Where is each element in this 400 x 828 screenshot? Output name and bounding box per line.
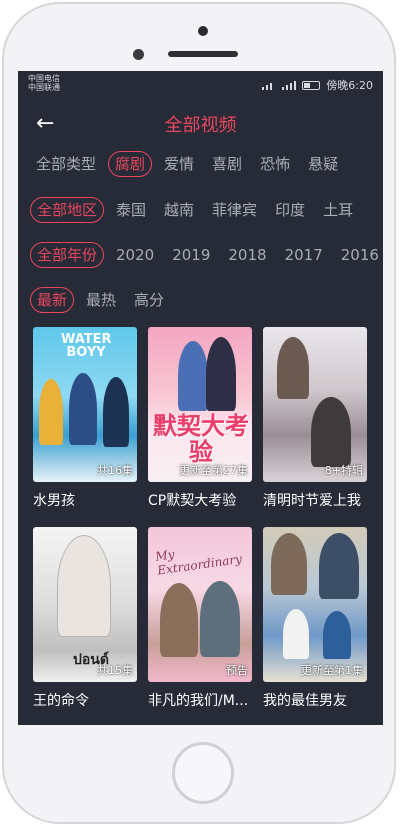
poster-title-text: 默契大考验 xyxy=(153,412,249,466)
home-button[interactable] xyxy=(172,742,234,804)
video-poster[interactable]: WATER BOYY 共16集 xyxy=(33,327,137,482)
genre-chip[interactable]: 爱情 xyxy=(158,152,200,176)
sort-filter-row: 最新 最热 高分 xyxy=(30,287,176,313)
carrier-2: 中国联通 xyxy=(28,83,60,92)
video-card[interactable]: WATER BOYY 共16集 水男孩 xyxy=(33,327,137,510)
video-card[interactable]: My Extraordinary 预告 非凡的我们/M... xyxy=(148,527,252,710)
poster-figure xyxy=(323,611,351,659)
episode-badge: 预告 xyxy=(226,664,248,677)
carrier-info: 中国电信 中国联通 xyxy=(28,74,60,92)
video-poster[interactable]: 默契大考验 更新至第27集 xyxy=(148,327,252,482)
genre-chip[interactable]: 恐怖 xyxy=(254,152,296,176)
sort-chip[interactable]: 高分 xyxy=(128,288,170,312)
status-icons: 傍晚6:20 xyxy=(262,77,373,93)
video-card[interactable]: 更新至第1集 我的最佳男友 xyxy=(263,527,367,710)
episode-badge: 8+特辑 xyxy=(324,464,363,477)
year-filter-row: 全部年份 2020 2019 2018 2017 2016 xyxy=(30,242,383,268)
poster-figure xyxy=(39,379,63,445)
video-poster[interactable]: 更新至第1集 xyxy=(263,527,367,682)
poster-figure xyxy=(283,609,309,659)
video-card[interactable]: 默契大考验 更新至第27集 CP默契大考验 xyxy=(148,327,252,510)
video-title[interactable]: 非凡的我们/M... xyxy=(148,690,252,710)
year-chip-selected[interactable]: 全部年份 xyxy=(30,242,105,268)
poster-figure xyxy=(160,583,198,657)
region-filter-row: 全部地区 泰国 越南 菲律宾 印度 土耳 xyxy=(30,197,365,223)
episode-badge: 共16集 xyxy=(97,464,133,477)
episode-badge: 更新至第27集 xyxy=(179,464,248,477)
video-title[interactable]: CP默契大考验 xyxy=(148,490,252,510)
poster-figure xyxy=(57,535,111,637)
genre-chip[interactable]: 悬疑 xyxy=(302,152,344,176)
year-chip[interactable]: 2019 xyxy=(166,243,216,267)
poster-figure xyxy=(319,533,359,599)
region-chip-selected[interactable]: 全部地区 xyxy=(30,197,105,223)
year-chip[interactable]: 2020 xyxy=(110,243,160,267)
front-sensor xyxy=(198,26,208,36)
video-poster[interactable]: My Extraordinary 预告 xyxy=(148,527,252,682)
poster-figure xyxy=(178,341,208,411)
poster-title-text: WATER BOYY xyxy=(61,332,112,360)
video-title[interactable]: 清明时节爱上我 xyxy=(263,490,367,510)
poster-figure xyxy=(311,397,351,467)
genre-chip[interactable]: 喜剧 xyxy=(206,152,248,176)
region-chip[interactable]: 印度 xyxy=(269,198,311,222)
year-chip[interactable]: 2017 xyxy=(279,243,329,267)
battery-icon xyxy=(302,80,321,90)
genre-chip-selected[interactable]: 腐剧 xyxy=(108,151,153,177)
poster-title-text: My Extraordinary xyxy=(154,547,243,578)
app-screen: 中国电信 中国联通 傍晚6:20 ← 全部视频 全部类型 腐剧 爱情 喜剧 恐怖 悬疑 全… xyxy=(18,71,383,725)
region-chip[interactable]: 菲律宾 xyxy=(206,198,263,222)
year-chip[interactable]: 2018 xyxy=(222,243,272,267)
poster-figure xyxy=(206,337,236,411)
region-chip[interactable]: 泰国 xyxy=(110,198,152,222)
signal-icon xyxy=(282,80,297,90)
earpiece xyxy=(168,51,238,57)
region-chip[interactable]: 越南 xyxy=(158,198,200,222)
status-time: 傍晚6:20 xyxy=(326,79,373,92)
video-poster[interactable]: ปอนด์ 共15集 xyxy=(33,527,137,682)
poster-figure xyxy=(103,377,129,447)
sort-chip-selected[interactable]: 最新 xyxy=(30,287,75,313)
video-card[interactable]: ปอนด์ 共15集 王的命令 xyxy=(33,527,137,710)
year-chip[interactable]: 2016 xyxy=(335,243,383,267)
episode-badge: 共15集 xyxy=(97,664,133,677)
video-title[interactable]: 水男孩 xyxy=(33,490,137,510)
status-bar: 中国电信 中国联通 傍晚6:20 xyxy=(18,71,383,97)
video-title[interactable]: 王的命令 xyxy=(33,690,137,710)
poster-figure xyxy=(277,337,309,399)
app-header: ← 全部视频 xyxy=(18,97,383,149)
page-title: 全部视频 xyxy=(164,115,237,136)
genre-filter-row: 全部类型 腐剧 爱情 喜剧 恐怖 悬疑 xyxy=(30,151,350,177)
poster-figure xyxy=(69,373,97,445)
front-camera xyxy=(133,49,144,60)
poster-figure xyxy=(271,533,307,595)
sort-chip[interactable]: 最热 xyxy=(80,288,122,312)
carrier-1: 中国电信 xyxy=(28,74,60,83)
episode-badge: 更新至第1集 xyxy=(301,664,363,677)
video-card[interactable]: 8+特辑 清明时节爱上我 xyxy=(263,327,367,510)
genre-chip[interactable]: 全部类型 xyxy=(30,152,102,176)
poster-figure xyxy=(200,581,240,657)
region-chip[interactable]: 土耳 xyxy=(317,198,359,222)
video-title[interactable]: 我的最佳男友 xyxy=(263,690,367,710)
wifi-icon xyxy=(262,81,276,90)
video-poster[interactable]: 8+特辑 xyxy=(263,327,367,482)
